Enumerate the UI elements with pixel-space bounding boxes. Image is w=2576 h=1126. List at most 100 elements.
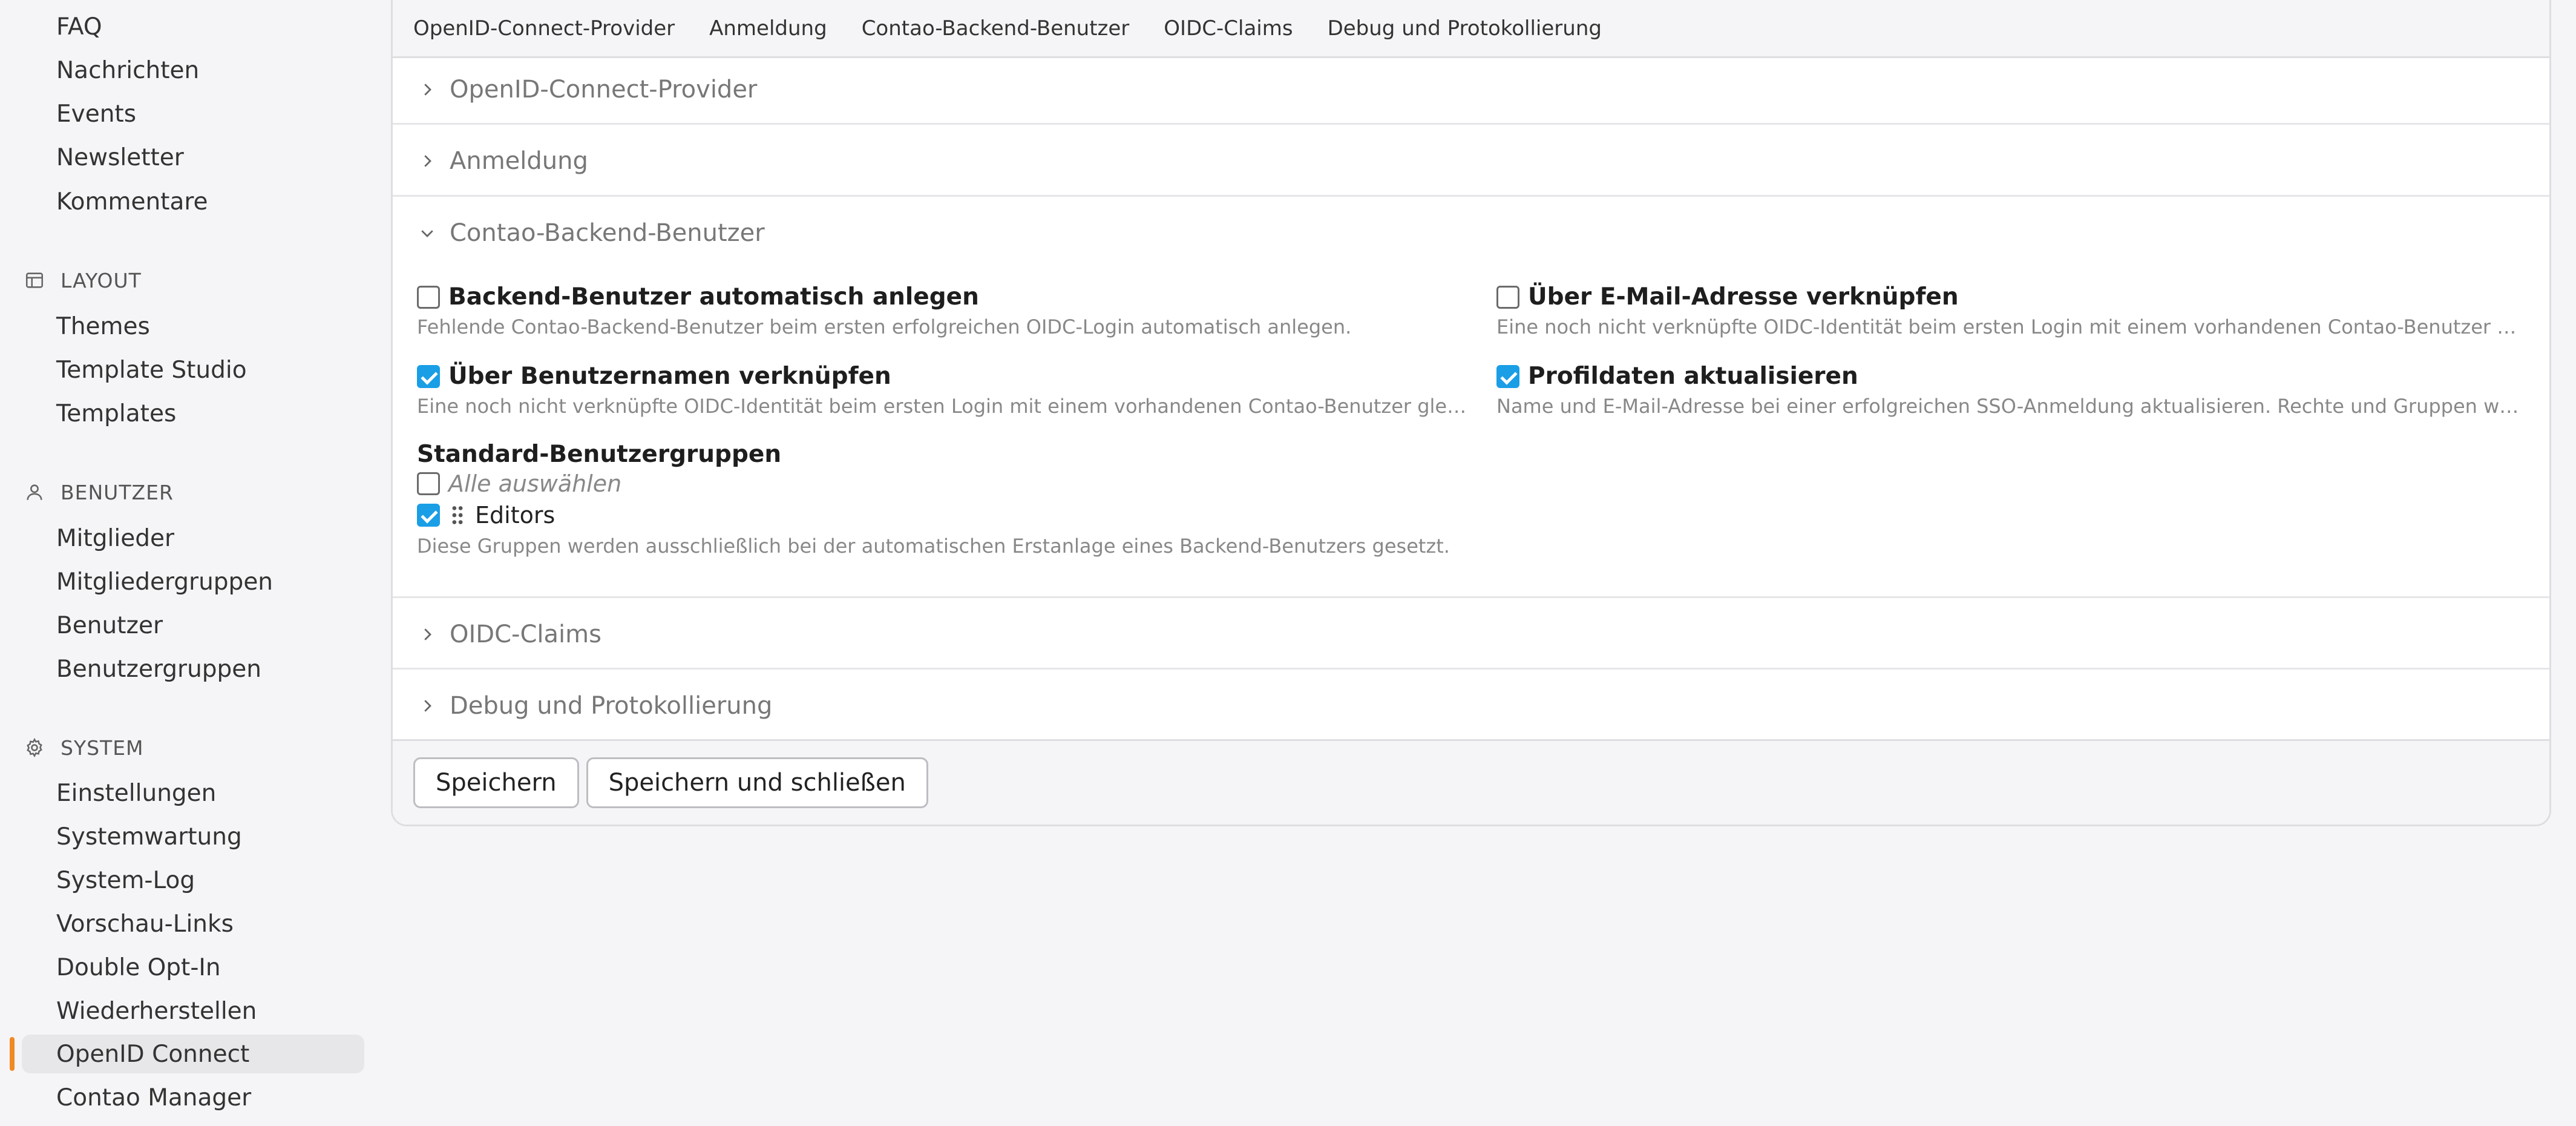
field-description: Fehlende Contao-Backend-Benutzer beim er…	[417, 315, 1352, 338]
save-button[interactable]: Speichern	[413, 757, 579, 808]
section-tab-bar: OpenID-Connect-Provider Anmeldung Contao…	[393, 0, 2549, 58]
active-item-marker	[10, 1037, 15, 1071]
edit-panel: OpenID-Connect-Provider Anmeldung Contao…	[391, 0, 2551, 826]
sidebar-item-label: System-Log	[56, 866, 195, 894]
sidebar-item-label: Themes	[56, 312, 150, 340]
sidebar-item-label: Mitglieder	[56, 524, 174, 552]
sidebar-section-label: LAYOUT	[61, 268, 142, 292]
sidebar-item-label: Contao Manager	[56, 1084, 252, 1111]
tab-anmeldung[interactable]: Anmeldung	[709, 16, 827, 41]
tab-oidc-claims[interactable]: OIDC-Claims	[1164, 16, 1293, 41]
form-footer: Speichern Speichern und schließen	[393, 739, 2549, 825]
group-option-editors: Editors	[417, 502, 2474, 528]
fieldset-toggle-debug[interactable]: Debug und Protokollierung	[393, 671, 2549, 740]
chevron-right-icon	[424, 628, 431, 640]
tab-debug-und-protokollierung[interactable]: Debug und Protokollierung	[1328, 16, 1602, 41]
fieldset-legend: Anmeldung	[450, 147, 588, 175]
fieldset-toggle-anmeldung[interactable]: Anmeldung	[393, 126, 2549, 196]
tab-openid-connect-provider[interactable]: OpenID-Connect-Provider	[413, 16, 675, 41]
field-auto-create-user: Backend-Benutzer automatisch anlegen Feh…	[417, 283, 1470, 338]
select-all-checkbox[interactable]	[417, 472, 440, 495]
fieldset-legend: OIDC-Claims	[450, 620, 601, 648]
save-and-close-button[interactable]: Speichern und schließen	[586, 757, 928, 808]
sidebar-item-system-log[interactable]: System-Log	[22, 861, 364, 900]
field-description: Name und E-Mail-Adresse bei einer erfolg…	[1496, 395, 2525, 418]
sidebar-item-faq[interactable]: FAQ	[22, 7, 364, 46]
link-by-username-checkbox[interactable]	[417, 364, 440, 388]
link-by-email-checkbox[interactable]	[1496, 285, 1519, 309]
sidebar-section-system[interactable]: SYSTEM	[24, 731, 144, 765]
field-update-profile: Profildaten aktualisieren Name und E-Mai…	[1496, 363, 2525, 418]
fieldset-toggle-oidc-claims[interactable]: OIDC-Claims	[393, 599, 2549, 669]
sidebar-item-label: Systemwartung	[56, 823, 242, 851]
sidebar-item-label: Mitgliedergruppen	[56, 568, 274, 596]
sidebar-item-benutzer[interactable]: Benutzer	[22, 606, 364, 645]
sidebar-item-mitglieder[interactable]: Mitglieder	[22, 519, 364, 558]
field-label: Über E-Mail-Adresse verknüpfen	[1528, 283, 1959, 311]
select-all-option: Alle auswählen	[417, 470, 2474, 497]
chevron-right-icon	[424, 154, 431, 167]
sidebar-item-label: Benutzer	[56, 611, 163, 639]
field-description: Diese Gruppen werden ausschließlich bei …	[417, 535, 1450, 558]
sidebar-item-label: Events	[56, 100, 137, 128]
chevron-right-icon	[424, 83, 431, 96]
chevron-down-icon	[421, 229, 433, 237]
sidebar-section-layout[interactable]: LAYOUT	[24, 263, 142, 297]
sidebar-item-label: Kommentare	[56, 188, 208, 216]
gear-icon	[27, 737, 42, 758]
sidebar-item-wiederherstellen[interactable]: Wiederherstellen	[22, 992, 364, 1030]
sidebar-item-label: OpenID Connect	[56, 1040, 250, 1068]
sidebar-item-label: Nachrichten	[56, 56, 200, 84]
sidebar-item-events[interactable]: Events	[22, 94, 364, 133]
fieldset-toggle-contao-backend-benutzer[interactable]: Contao-Backend-Benutzer	[393, 198, 2549, 268]
sidebar-item-label: Vorschau-Links	[56, 910, 234, 938]
field-label: Über Benutzernamen verknüpfen	[448, 363, 891, 390]
sidebar-item-label: Benutzergruppen	[56, 655, 262, 683]
fieldset-divider	[393, 195, 2549, 197]
sidebar-item-templates[interactable]: Templates	[22, 394, 364, 433]
sidebar-item-contao-manager[interactable]: Contao Manager	[22, 1078, 364, 1117]
user-icon	[27, 484, 42, 500]
sidebar-section-label: SYSTEM	[61, 736, 144, 760]
field-label: Profildaten aktualisieren	[1528, 363, 1858, 390]
fieldset-legend: Debug und Protokollierung	[450, 691, 773, 720]
sidebar-item-template-studio[interactable]: Template Studio	[22, 351, 364, 389]
sidebar-item-themes[interactable]: Themes	[22, 307, 364, 346]
update-profile-checkbox[interactable]	[1496, 364, 1519, 388]
sidebar-section-benutzer[interactable]: BENUTZER	[24, 475, 174, 509]
field-label: Backend-Benutzer automatisch anlegen	[448, 283, 979, 311]
sidebar-item-vorschau-links[interactable]: Vorschau-Links	[22, 904, 364, 943]
sidebar-item-label: Templates	[56, 400, 177, 427]
sidebar: FAQ Nachrichten Events Newsletter Kommen…	[0, 0, 375, 1126]
sidebar-section-label: BENUTZER	[61, 480, 174, 504]
field-description: Eine noch nicht verknüpfte OIDC-Identitä…	[1496, 315, 2525, 338]
fieldset-divider	[393, 668, 2549, 670]
sidebar-item-label: Einstellungen	[56, 779, 217, 807]
group-option-label: Editors	[475, 502, 556, 528]
drag-handle-icon[interactable]	[448, 504, 467, 526]
select-all-label: Alle auswählen	[448, 470, 622, 497]
chevron-right-icon	[424, 699, 431, 712]
layout-icon	[25, 272, 44, 288]
sidebar-item-kommentare[interactable]: Kommentare	[22, 182, 364, 221]
fieldset-legend: Contao-Backend-Benutzer	[450, 219, 765, 247]
sidebar-item-einstellungen[interactable]: Einstellungen	[22, 774, 364, 812]
sidebar-item-benutzergruppen[interactable]: Benutzergruppen	[22, 650, 364, 688]
sidebar-item-double-opt-in[interactable]: Double Opt-In	[22, 948, 364, 987]
sidebar-item-mitgliedergruppen[interactable]: Mitgliedergruppen	[22, 562, 364, 601]
fieldset-legend: OpenID-Connect-Provider	[450, 75, 758, 104]
tab-contao-backend-benutzer[interactable]: Contao-Backend-Benutzer	[862, 16, 1130, 41]
fieldset-toggle-openid-connect-provider[interactable]: OpenID-Connect-Provider	[393, 54, 2549, 124]
field-description: Eine noch nicht verknüpfte OIDC-Identitä…	[417, 395, 1470, 418]
field-label: Standard-Benutzergruppen	[417, 441, 782, 468]
auto-create-user-checkbox[interactable]	[417, 285, 440, 309]
sidebar-item-systemwartung[interactable]: Systemwartung	[22, 817, 364, 856]
fieldset-divider	[393, 123, 2549, 125]
sidebar-item-nachrichten[interactable]: Nachrichten	[22, 51, 364, 90]
field-default-groups: Standard-Benutzergruppen Alle auswählen …	[417, 441, 2474, 558]
sidebar-item-newsletter[interactable]: Newsletter	[22, 138, 364, 177]
group-editors-checkbox[interactable]	[417, 504, 440, 527]
sidebar-item-openid-connect[interactable]: OpenID Connect	[22, 1035, 364, 1073]
sidebar-item-label: Double Opt-In	[56, 953, 221, 981]
field-link-by-username: Über Benutzernamen verknüpfen Eine noch …	[417, 363, 1470, 418]
